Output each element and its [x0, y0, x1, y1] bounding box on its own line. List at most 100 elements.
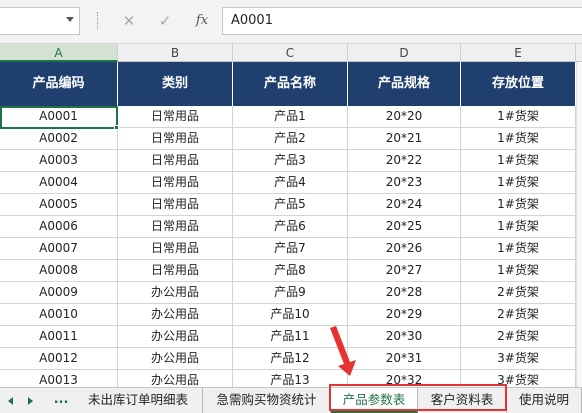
formula-input[interactable]: A0001 — [222, 7, 582, 35]
cell-category[interactable]: 办公用品 — [118, 304, 233, 326]
cell-category[interactable]: 日常用品 — [118, 238, 233, 260]
more-sheets-button[interactable]: ... — [50, 388, 72, 413]
cell-storage-location[interactable]: 1#货架 — [461, 150, 576, 172]
cell-product-code[interactable]: A0002 — [0, 128, 118, 150]
column-header-a[interactable]: A — [0, 44, 118, 62]
cell-product-name[interactable]: 产品12 — [233, 348, 348, 370]
table-row: A0004 日常用品 产品4 20*23 1#货架 — [0, 172, 576, 194]
cell-product-name[interactable]: 产品7 — [233, 238, 348, 260]
sheet-tab-customer-info[interactable]: 客户资料表 — [418, 388, 507, 413]
column-header-product-spec[interactable]: 产品规格 — [348, 62, 461, 106]
cell-product-spec[interactable]: 20*23 — [348, 172, 461, 194]
cell-product-code[interactable]: A0007 — [0, 238, 118, 260]
cell-product-spec[interactable]: 20*32 — [348, 370, 461, 387]
cell-product-spec[interactable]: 20*27 — [348, 260, 461, 282]
fill-handle[interactable] — [114, 125, 119, 130]
name-box[interactable] — [0, 7, 80, 35]
column-header-b[interactable]: B — [118, 44, 233, 62]
cell-storage-location[interactable]: 2#货架 — [461, 304, 576, 326]
cell-category[interactable]: 办公用品 — [118, 282, 233, 304]
column-header-storage-location[interactable]: 存放位置 — [461, 62, 576, 106]
cell-product-code[interactable]: A0001 — [0, 106, 118, 128]
cell-product-name[interactable]: 产品2 — [233, 128, 348, 150]
cell-storage-location[interactable]: 2#货架 — [461, 282, 576, 304]
cell-category[interactable]: 办公用品 — [118, 326, 233, 348]
vertical-scroll-area[interactable] — [576, 62, 582, 387]
column-header-product-name[interactable]: 产品名称 — [233, 62, 348, 106]
cell-product-name[interactable]: 产品11 — [233, 326, 348, 348]
cell-category[interactable]: 办公用品 — [118, 348, 233, 370]
next-sheet-icon[interactable] — [28, 397, 33, 405]
table-header-row: 产品编码 类别 产品名称 产品规格 存放位置 — [0, 62, 576, 106]
cell-storage-location[interactable]: 1#货架 — [461, 128, 576, 150]
cell-storage-location[interactable]: 1#货架 — [461, 106, 576, 128]
cell-storage-location[interactable]: 2#货架 — [461, 326, 576, 348]
sheet-tab-product-params[interactable]: 产品参数表 — [331, 388, 418, 413]
cell-product-spec[interactable]: 20*29 — [348, 304, 461, 326]
cell-product-name[interactable]: 产品1 — [233, 106, 348, 128]
cell-product-name[interactable]: 产品6 — [233, 216, 348, 238]
cell-product-name[interactable]: 产品10 — [233, 304, 348, 326]
cell-product-spec[interactable]: 20*31 — [348, 348, 461, 370]
chevron-down-icon[interactable] — [66, 17, 74, 22]
insert-function-button[interactable]: fx — [190, 9, 214, 33]
column-header-row: A B C D E — [0, 44, 582, 62]
cell-product-code[interactable]: A0012 — [0, 348, 118, 370]
cell-category[interactable]: 日常用品 — [118, 260, 233, 282]
previous-sheet-icon[interactable] — [8, 397, 13, 405]
column-header-d[interactable]: D — [348, 44, 461, 62]
cell-product-code[interactable]: A0003 — [0, 150, 118, 172]
confirm-edit-button[interactable]: ✓ — [154, 9, 176, 33]
cell-product-name[interactable]: 产品8 — [233, 260, 348, 282]
cell-storage-location[interactable]: 3#货架 — [461, 348, 576, 370]
cell-category[interactable]: 日常用品 — [118, 150, 233, 172]
cancel-edit-button[interactable]: ✕ — [118, 9, 140, 33]
cell-product-spec[interactable]: 20*30 — [348, 326, 461, 348]
cell-product-spec[interactable]: 20*28 — [348, 282, 461, 304]
sheet-tab-user-guide[interactable]: 使用说明 — [507, 388, 582, 413]
sheet-tab-urgent-purchases[interactable]: 急需购买物资统计 — [203, 388, 331, 413]
cell-category[interactable]: 日常用品 — [118, 194, 233, 216]
cell-product-name[interactable]: 产品9 — [233, 282, 348, 304]
cell-product-name[interactable]: 产品4 — [233, 172, 348, 194]
column-header-e[interactable]: E — [461, 44, 576, 62]
cell-category[interactable]: 日常用品 — [118, 216, 233, 238]
cell-category[interactable]: 办公用品 — [118, 370, 233, 387]
cell-category[interactable]: 日常用品 — [118, 172, 233, 194]
cell-product-spec[interactable]: 20*20 — [348, 106, 461, 128]
formula-bar: ✕ ✓ fx A0001 — [0, 0, 582, 44]
cell-storage-location[interactable]: 1#货架 — [461, 172, 576, 194]
cell-storage-location[interactable]: 1#货架 — [461, 238, 576, 260]
cell-product-spec[interactable]: 20*24 — [348, 194, 461, 216]
cell-product-code[interactable]: A0008 — [0, 260, 118, 282]
column-header-c[interactable]: C — [233, 44, 348, 62]
cell-product-code[interactable]: A0004 — [0, 172, 118, 194]
column-header-category[interactable]: 类别 — [118, 62, 233, 106]
column-header-product-code[interactable]: 产品编码 — [0, 62, 118, 106]
cell-product-code[interactable]: A0009 — [0, 282, 118, 304]
cell-product-name[interactable]: 产品13 — [233, 370, 348, 387]
sheet-tab-unshipped-orders[interactable]: 未出库订单明细表 — [74, 388, 203, 413]
cell-product-code[interactable]: A0011 — [0, 326, 118, 348]
cell-product-name[interactable]: 产品5 — [233, 194, 348, 216]
cell-storage-location[interactable]: 3#货架 — [461, 370, 576, 387]
cell-product-spec[interactable]: 20*22 — [348, 150, 461, 172]
cell-product-code[interactable]: A0005 — [0, 194, 118, 216]
cell-product-name[interactable]: 产品3 — [233, 150, 348, 172]
table-row: A0005 日常用品 产品5 20*24 1#货架 — [0, 194, 576, 216]
cell-storage-location[interactable]: 1#货架 — [461, 260, 576, 282]
table-row: A0006 日常用品 产品6 20*25 1#货架 — [0, 216, 576, 238]
cell-category[interactable]: 日常用品 — [118, 106, 233, 128]
cell-product-spec[interactable]: 20*21 — [348, 128, 461, 150]
cell-product-code[interactable]: A0006 — [0, 216, 118, 238]
cell-product-code[interactable]: A0010 — [0, 304, 118, 326]
cell-product-spec[interactable]: 20*25 — [348, 216, 461, 238]
cell-storage-location[interactable]: 1#货架 — [461, 216, 576, 238]
cell-product-spec[interactable]: 20*26 — [348, 238, 461, 260]
table-row: A0007 日常用品 产品7 20*26 1#货架 — [0, 238, 576, 260]
cell-product-code[interactable]: A0013 — [0, 370, 118, 387]
cell-storage-location[interactable]: 1#货架 — [461, 194, 576, 216]
table-row: A0012 办公用品 产品12 20*31 3#货架 — [0, 348, 576, 370]
cell-category[interactable]: 日常用品 — [118, 128, 233, 150]
table-row: A0011 办公用品 产品11 20*30 2#货架 — [0, 326, 576, 348]
